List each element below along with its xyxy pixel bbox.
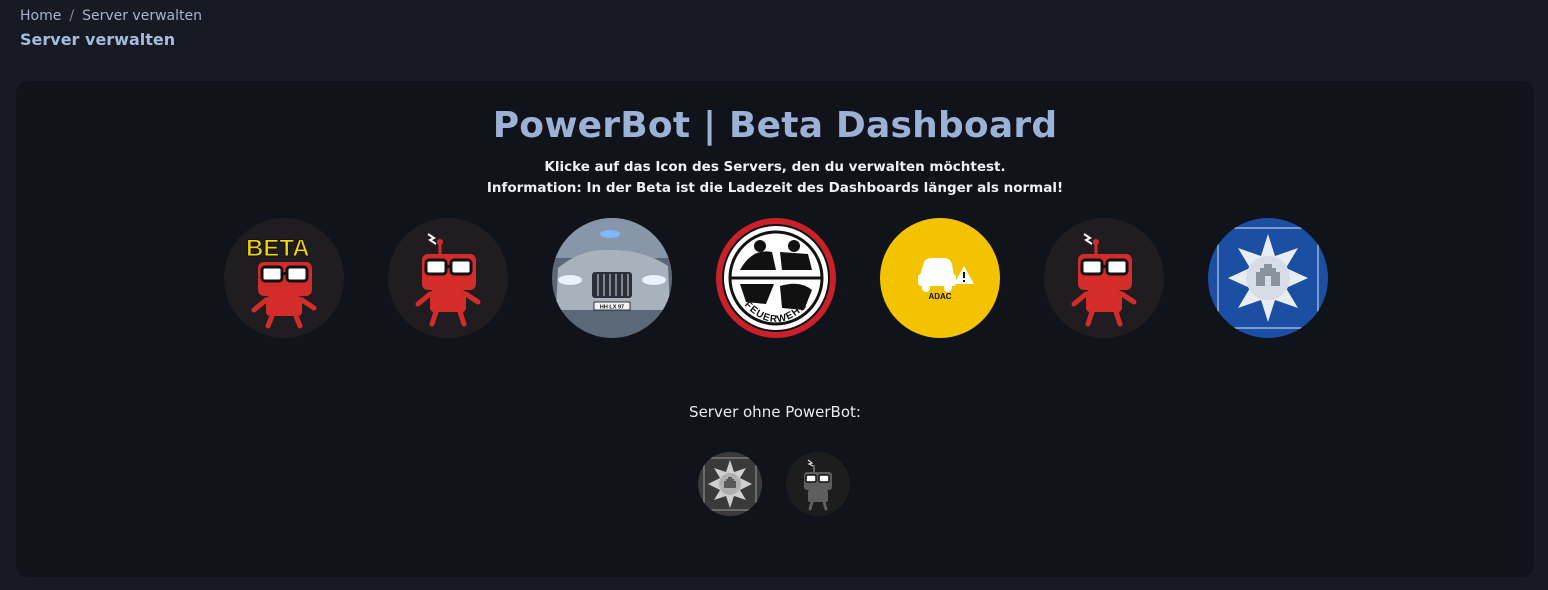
breadcrumb-separator: / (69, 8, 75, 24)
managed-server-list: BETA HH LX 97 FEUERWEHR ADAC (224, 218, 1328, 338)
servers-without-bot-list (698, 452, 850, 516)
powerbot-mascot-icon (786, 452, 850, 516)
servers-without-bot-label: Server ohne PowerBot: (689, 403, 861, 421)
breadcrumb: Home / Server verwalten (20, 8, 202, 24)
instruction-text: Klicke auf das Icon des Servers, den du … (544, 159, 1006, 175)
adac-label: ADAC (928, 292, 951, 301)
feuerwehr-emblem-icon: FEUERWEHR (716, 218, 836, 338)
beta-badge-text: BETA (246, 235, 310, 262)
dashboard-title: PowerBot | Beta Dashboard (492, 105, 1058, 146)
invite-server-button[interactable] (786, 452, 850, 516)
server-selection-card: PowerBot | Beta Dashboard Klicke auf das… (16, 81, 1534, 577)
beta-info-text: Information: In der Beta ist die Ladezei… (486, 180, 1064, 196)
adac-icon: ADAC (880, 218, 1000, 338)
server-icon-button[interactable] (388, 218, 508, 338)
police-star-icon (1208, 218, 1328, 338)
breadcrumb-current: Server verwalten (82, 8, 202, 24)
server-icon-button[interactable]: FEUERWEHR (716, 218, 836, 338)
powerbot-mascot-icon (388, 218, 508, 338)
license-plate-text: HH LX 97 (600, 305, 624, 311)
powerbot-mascot-icon (1044, 218, 1164, 338)
police-star-icon (698, 452, 762, 516)
breadcrumb-home-link[interactable]: Home (20, 8, 61, 24)
server-icon-button[interactable] (1044, 218, 1164, 338)
server-icon-button[interactable] (1208, 218, 1328, 338)
server-icon-button[interactable]: HH LX 97 (552, 218, 672, 338)
powerbot-beta-mascot-icon: BETA (224, 218, 344, 338)
server-icon-button[interactable]: ADAC (880, 218, 1000, 338)
invite-server-button[interactable] (698, 452, 762, 516)
police-car-photo-icon: HH LX 97 (552, 218, 672, 338)
page-title: Server verwalten (20, 30, 176, 49)
server-icon-button[interactable]: BETA (224, 218, 344, 338)
